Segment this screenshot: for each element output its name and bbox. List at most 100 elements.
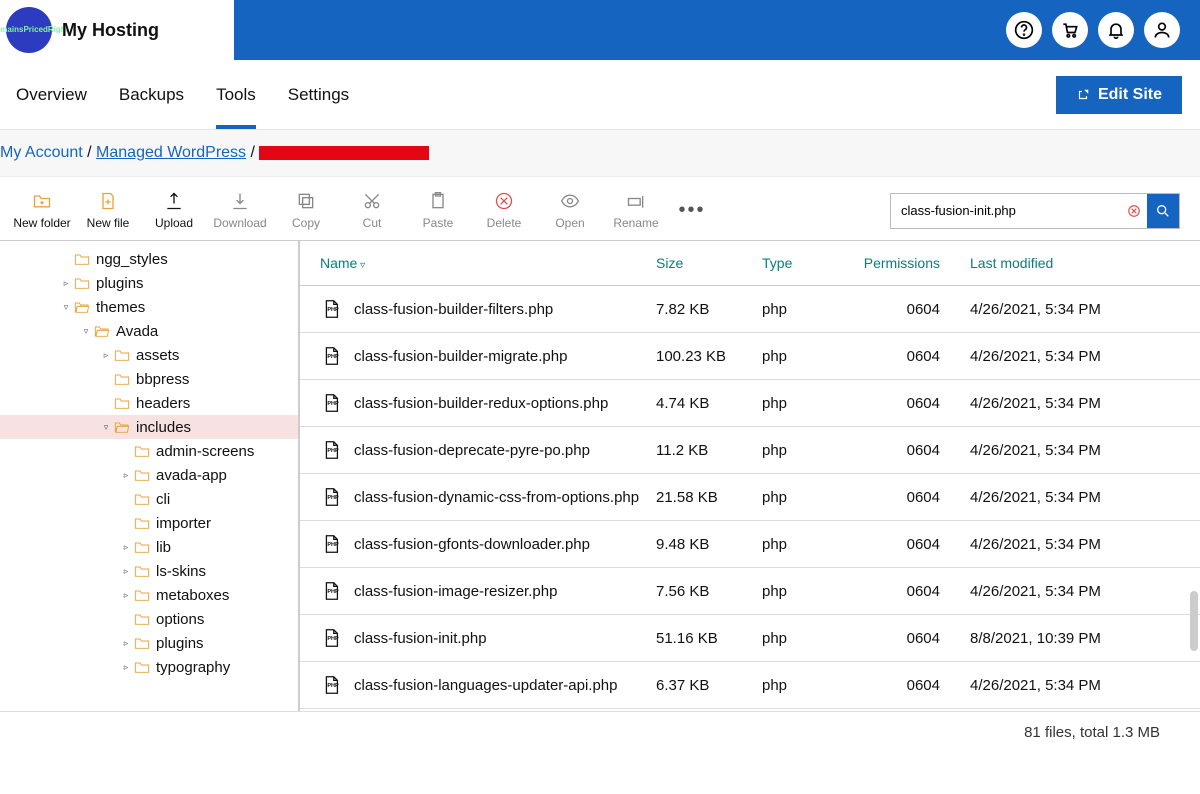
php-file-icon: PHP	[320, 486, 342, 508]
breadcrumb-managed-wp[interactable]: Managed WordPress	[96, 144, 246, 161]
php-file-icon: PHP	[320, 627, 342, 649]
file-name: class-fusion-image-resizer.php	[354, 583, 656, 600]
file-name: class-fusion-dynamic-css-from-options.ph…	[354, 489, 656, 506]
file-row[interactable]: PHPclass-fusion-image-resizer.php7.56 KB…	[300, 568, 1200, 615]
tree-arrow-icon: ▹	[120, 590, 132, 601]
tree-item-lib[interactable]: ▹lib	[0, 535, 298, 559]
tree-label: Avada	[116, 323, 158, 340]
toolbar-left: New folder New file Upload Download Copy…	[12, 191, 712, 230]
tab-backups[interactable]: Backups	[103, 60, 200, 129]
upload-button[interactable]: Upload	[144, 191, 204, 230]
tree-item-avada-app[interactable]: ▹avada-app	[0, 463, 298, 487]
tree-arrow-icon: ▿	[100, 422, 112, 433]
tree-label: importer	[156, 515, 211, 532]
tree-item-ls-skins[interactable]: ▹ls-skins	[0, 559, 298, 583]
file-size: 6.37 KB	[656, 677, 762, 694]
search-submit-button[interactable]	[1147, 194, 1179, 228]
status-bar: 81 files, total 1.3 MB	[0, 711, 1200, 753]
table-body[interactable]: PHPclass-fusion-builder-filters.php7.82 …	[300, 286, 1200, 711]
col-type[interactable]: Type	[762, 255, 862, 271]
tree-item-cli[interactable]: cli	[0, 487, 298, 511]
file-type: php	[762, 301, 862, 318]
download-button[interactable]: Download	[210, 191, 270, 230]
cart-button[interactable]	[1052, 12, 1088, 48]
file-permissions: 0604	[862, 583, 970, 600]
download-icon	[230, 191, 250, 211]
tree-item-importer[interactable]: importer	[0, 511, 298, 535]
tree-item-ngg-styles[interactable]: ngg_styles	[0, 247, 298, 271]
file-permissions: 0604	[862, 536, 970, 553]
file-row[interactable]: PHPclass-fusion-deprecate-pyre-po.php11.…	[300, 427, 1200, 474]
tree-item-themes[interactable]: ▿themes	[0, 295, 298, 319]
svg-text:PHP: PHP	[327, 683, 339, 689]
tree-item-typography[interactable]: ▹typography	[0, 655, 298, 679]
tree-item-admin-screens[interactable]: admin-screens	[0, 439, 298, 463]
col-permissions[interactable]: Permissions	[862, 255, 970, 271]
file-type: php	[762, 348, 862, 365]
file-permissions: 0604	[862, 489, 970, 506]
cut-button[interactable]: Cut	[342, 191, 402, 230]
help-button[interactable]	[1006, 12, 1042, 48]
search-input[interactable]	[891, 194, 1121, 228]
file-name: class-fusion-languages-updater-api.php	[354, 677, 656, 694]
new-file-button[interactable]: New file	[78, 191, 138, 230]
new-folder-button[interactable]: New folder	[12, 191, 72, 230]
paste-button[interactable]: Paste	[408, 191, 468, 230]
open-button[interactable]: Open	[540, 191, 600, 230]
scrollbar-thumb[interactable]	[1190, 591, 1198, 651]
file-row[interactable]: PHP class-fusion-dynamic-css-from-options…	[300, 474, 1200, 521]
breadcrumb-my-account[interactable]: My Account	[0, 144, 83, 161]
file-row[interactable]: PHPclass-fusion-builder-redux-options.ph…	[300, 380, 1200, 427]
file-permissions: 0604	[862, 630, 970, 647]
tree-label: bbpress	[136, 371, 189, 388]
table-header: Name Size Type Permissions Last modified	[300, 241, 1200, 286]
copy-button[interactable]: Copy	[276, 191, 336, 230]
tree-label: options	[156, 611, 204, 628]
notifications-button[interactable]	[1098, 12, 1134, 48]
tree-item-avada[interactable]: ▿Avada	[0, 319, 298, 343]
tree-arrow-icon: ▹	[100, 350, 112, 361]
file-row[interactable]: PHPclass-fusion-builder-migrate.php100.2…	[300, 333, 1200, 380]
file-permissions: 0604	[862, 301, 970, 318]
tree-item-metaboxes[interactable]: ▹metaboxes	[0, 583, 298, 607]
svg-text:PHP: PHP	[327, 307, 339, 313]
file-row[interactable]: PHP class-fusion-languages-updater-api.ph…	[300, 662, 1200, 709]
delete-button[interactable]: Delete	[474, 191, 534, 230]
tab-settings[interactable]: Settings	[272, 60, 365, 129]
tree-item-assets[interactable]: ▹assets	[0, 343, 298, 367]
tree-item-headers[interactable]: headers	[0, 391, 298, 415]
folder-tree[interactable]: ngg_styles▹plugins▿themes▿Avada▹assetsbb…	[0, 241, 298, 711]
col-modified[interactable]: Last modified	[970, 255, 1190, 271]
tree-label: cli	[156, 491, 170, 508]
tree-arrow-icon: ▹	[120, 662, 132, 673]
tree-label: plugins	[156, 635, 204, 652]
php-file-icon: PHP	[320, 674, 342, 696]
col-size[interactable]: Size	[656, 255, 762, 271]
new-file-icon	[98, 191, 118, 211]
file-row[interactable]: PHPclass-fusion-builder-filters.php7.82 …	[300, 286, 1200, 333]
file-size: 21.58 KB	[656, 489, 762, 506]
tree-label: themes	[96, 299, 145, 316]
brand-logo: DomainsPricedRight	[6, 7, 52, 53]
tree-item-plugins[interactable]: ▹plugins	[0, 271, 298, 295]
php-file-icon: PHP	[320, 298, 342, 320]
folder-icon	[74, 300, 90, 314]
search-clear-button[interactable]	[1121, 204, 1147, 218]
account-button[interactable]	[1144, 12, 1180, 48]
folder-icon	[134, 444, 150, 458]
tree-item-options[interactable]: options	[0, 607, 298, 631]
toolbar-more-button[interactable]: •••	[672, 191, 712, 230]
rename-button[interactable]: Rename	[606, 191, 666, 230]
file-size: 7.82 KB	[656, 301, 762, 318]
col-name[interactable]: Name	[320, 255, 656, 271]
breadcrumb: My Account / Managed WordPress /	[0, 130, 1200, 177]
tree-item-includes[interactable]: ▿includes	[0, 415, 298, 439]
edit-site-button[interactable]: Edit Site	[1056, 76, 1182, 114]
tab-overview[interactable]: Overview	[0, 60, 103, 129]
file-row[interactable]: PHPclass-fusion-init.php51.16 KBphp06048…	[300, 615, 1200, 662]
tree-item-bbpress[interactable]: bbpress	[0, 367, 298, 391]
file-row[interactable]: PHPclass-fusion-gfonts-downloader.php9.4…	[300, 521, 1200, 568]
tab-tools[interactable]: Tools	[200, 60, 272, 129]
tree-item-plugins[interactable]: ▹plugins	[0, 631, 298, 655]
file-row[interactable]: PHPcustom_functions.php10.62 KBphp06044/…	[300, 709, 1200, 711]
